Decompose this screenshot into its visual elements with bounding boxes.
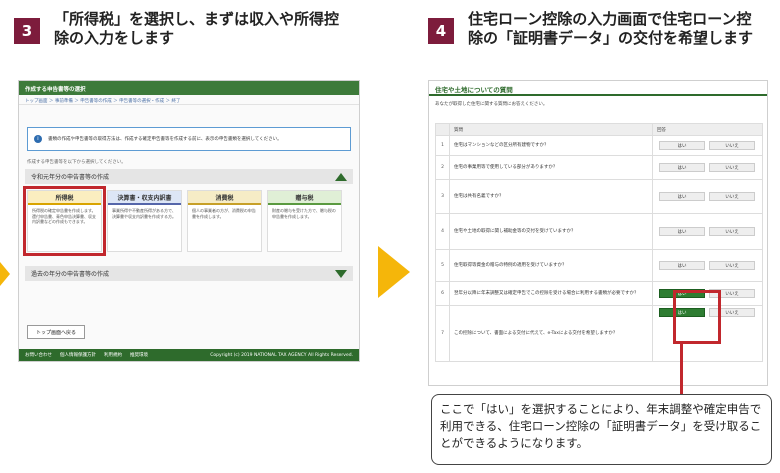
no-button[interactable]: いいえ — [709, 261, 755, 270]
step-4-heading: 4 住宅ローン控除の入力画面で住宅ローン控 除の「証明書データ」の交付を希望しま… — [428, 10, 753, 48]
info-box: i 書類の作成や申告書等の取得方法は、作成する確定申告書等を作成する前に、表示の… — [27, 127, 351, 151]
step-3-heading: 3 「所得税」を選択し、まずは収入や所得控 除の入力をします — [14, 10, 339, 48]
expand-icon[interactable] — [335, 269, 347, 278]
section-current-year[interactable]: 令和元年分の申告書等の作成 — [25, 169, 353, 184]
no-button[interactable]: いいえ — [709, 141, 755, 150]
footer-link[interactable]: 推奨環境 — [130, 352, 148, 358]
next-arrow-icon — [378, 246, 410, 298]
no-button[interactable]: いいえ — [709, 227, 755, 236]
table-row: 2 住宅の事業用等で使用している部分がありますか？ はい いいえ — [435, 155, 763, 180]
footer-link[interactable]: 利用規約 — [104, 352, 122, 358]
left-arrow-icon — [0, 262, 10, 286]
step-number: 3 — [14, 18, 40, 44]
footer-link[interactable]: お問い合わせ — [25, 352, 52, 358]
screen-select-form: 作成する申告書等の選択 トップ画面 ＞ 事前準備 ＞ 申告書等の作成 ＞ 申告書… — [18, 80, 360, 362]
screen-header: 住宅や土地についての質問 — [429, 81, 767, 96]
highlight-connector — [680, 344, 683, 394]
yes-button[interactable]: はい — [659, 163, 705, 172]
card-income-tax[interactable]: 所得税 所得税の確定申告書を作成します。還付申告書、青色申告決算書、収支内訳書な… — [23, 186, 106, 256]
table-row: 5 住宅取得等資金の贈与の特例の適用を受けていますか？ はい いいえ — [435, 249, 763, 282]
footer: お問い合わせ 個人情報保護方針 利用規約 推奨環境 Copyright (c) … — [19, 349, 359, 361]
column-header-answer: 回答 — [652, 123, 763, 136]
yes-button[interactable]: はい — [659, 261, 705, 270]
step-number: 4 — [428, 18, 454, 44]
card-financial-statement[interactable]: 決算書・収支内訳書 事業所得や不動産所得がある方で、決算書や収支内訳書を作成する… — [107, 190, 182, 252]
breadcrumb[interactable]: トップ画面 ＞ 事前準備 ＞ 申告書等の作成 ＞ 申告書等の選択・作成 ＞ 終了 — [19, 95, 359, 105]
section-past-years[interactable]: 過去の年分の申告書等の作成 — [25, 266, 353, 281]
footer-link[interactable]: 個人情報保護方針 — [60, 352, 96, 358]
highlight-box — [673, 290, 721, 344]
table-row: 4 住宅や土地の取得に関し補助金等の交付を受けていますか？ はい いいえ — [435, 213, 763, 250]
step-title: 住宅ローン控除の入力画面で住宅ローン控 除の「証明書データ」の交付を希望します — [468, 10, 754, 47]
yes-button[interactable]: はい — [659, 192, 705, 201]
yes-button[interactable]: はい — [659, 227, 705, 236]
callout-note: ここで「はい」を選択することにより、年末調整や確定申告で利用できる、住宅ローン控… — [431, 394, 772, 465]
step-title: 「所得税」を選択し、まずは収入や所得控 除の入力をします — [54, 10, 340, 47]
card-consumption-tax[interactable]: 消費税 個人の事業者の方が、消費税の申告書を作成します。 — [187, 190, 262, 252]
form-cards: 所得税 所得税の確定申告書を作成します。還付申告書、青色申告決算書、収支内訳書な… — [23, 186, 351, 256]
column-header-question: 質問 — [449, 123, 653, 136]
back-to-top-button[interactable]: トップ画面へ戻る — [27, 325, 85, 339]
collapse-icon[interactable] — [335, 172, 347, 181]
no-button[interactable]: いいえ — [709, 163, 755, 172]
table-row: 1 住宅はマンションなどの区分所有建物ですか？ はい いいえ — [435, 135, 763, 156]
screen-subtitle: あなたが取得した住宅に関する質問にお答えください。 — [435, 102, 548, 107]
instruction-text: 作成する申告書等を以下から選択してください。 — [27, 160, 126, 165]
card-gift-tax[interactable]: 贈与税 財産の贈与を受けた方で、贈与税の申告書を作成します。 — [267, 190, 342, 252]
copyright: Copyright (c) 2019 NATIONAL TAX AGENCY A… — [210, 352, 353, 358]
info-icon: i — [34, 135, 42, 143]
yes-button[interactable]: はい — [659, 141, 705, 150]
screen-header: 作成する申告書等の選択 — [19, 81, 359, 95]
table-row: 3 住宅は共有名義ですか？ はい いいえ — [435, 179, 763, 214]
no-button[interactable]: いいえ — [709, 192, 755, 201]
